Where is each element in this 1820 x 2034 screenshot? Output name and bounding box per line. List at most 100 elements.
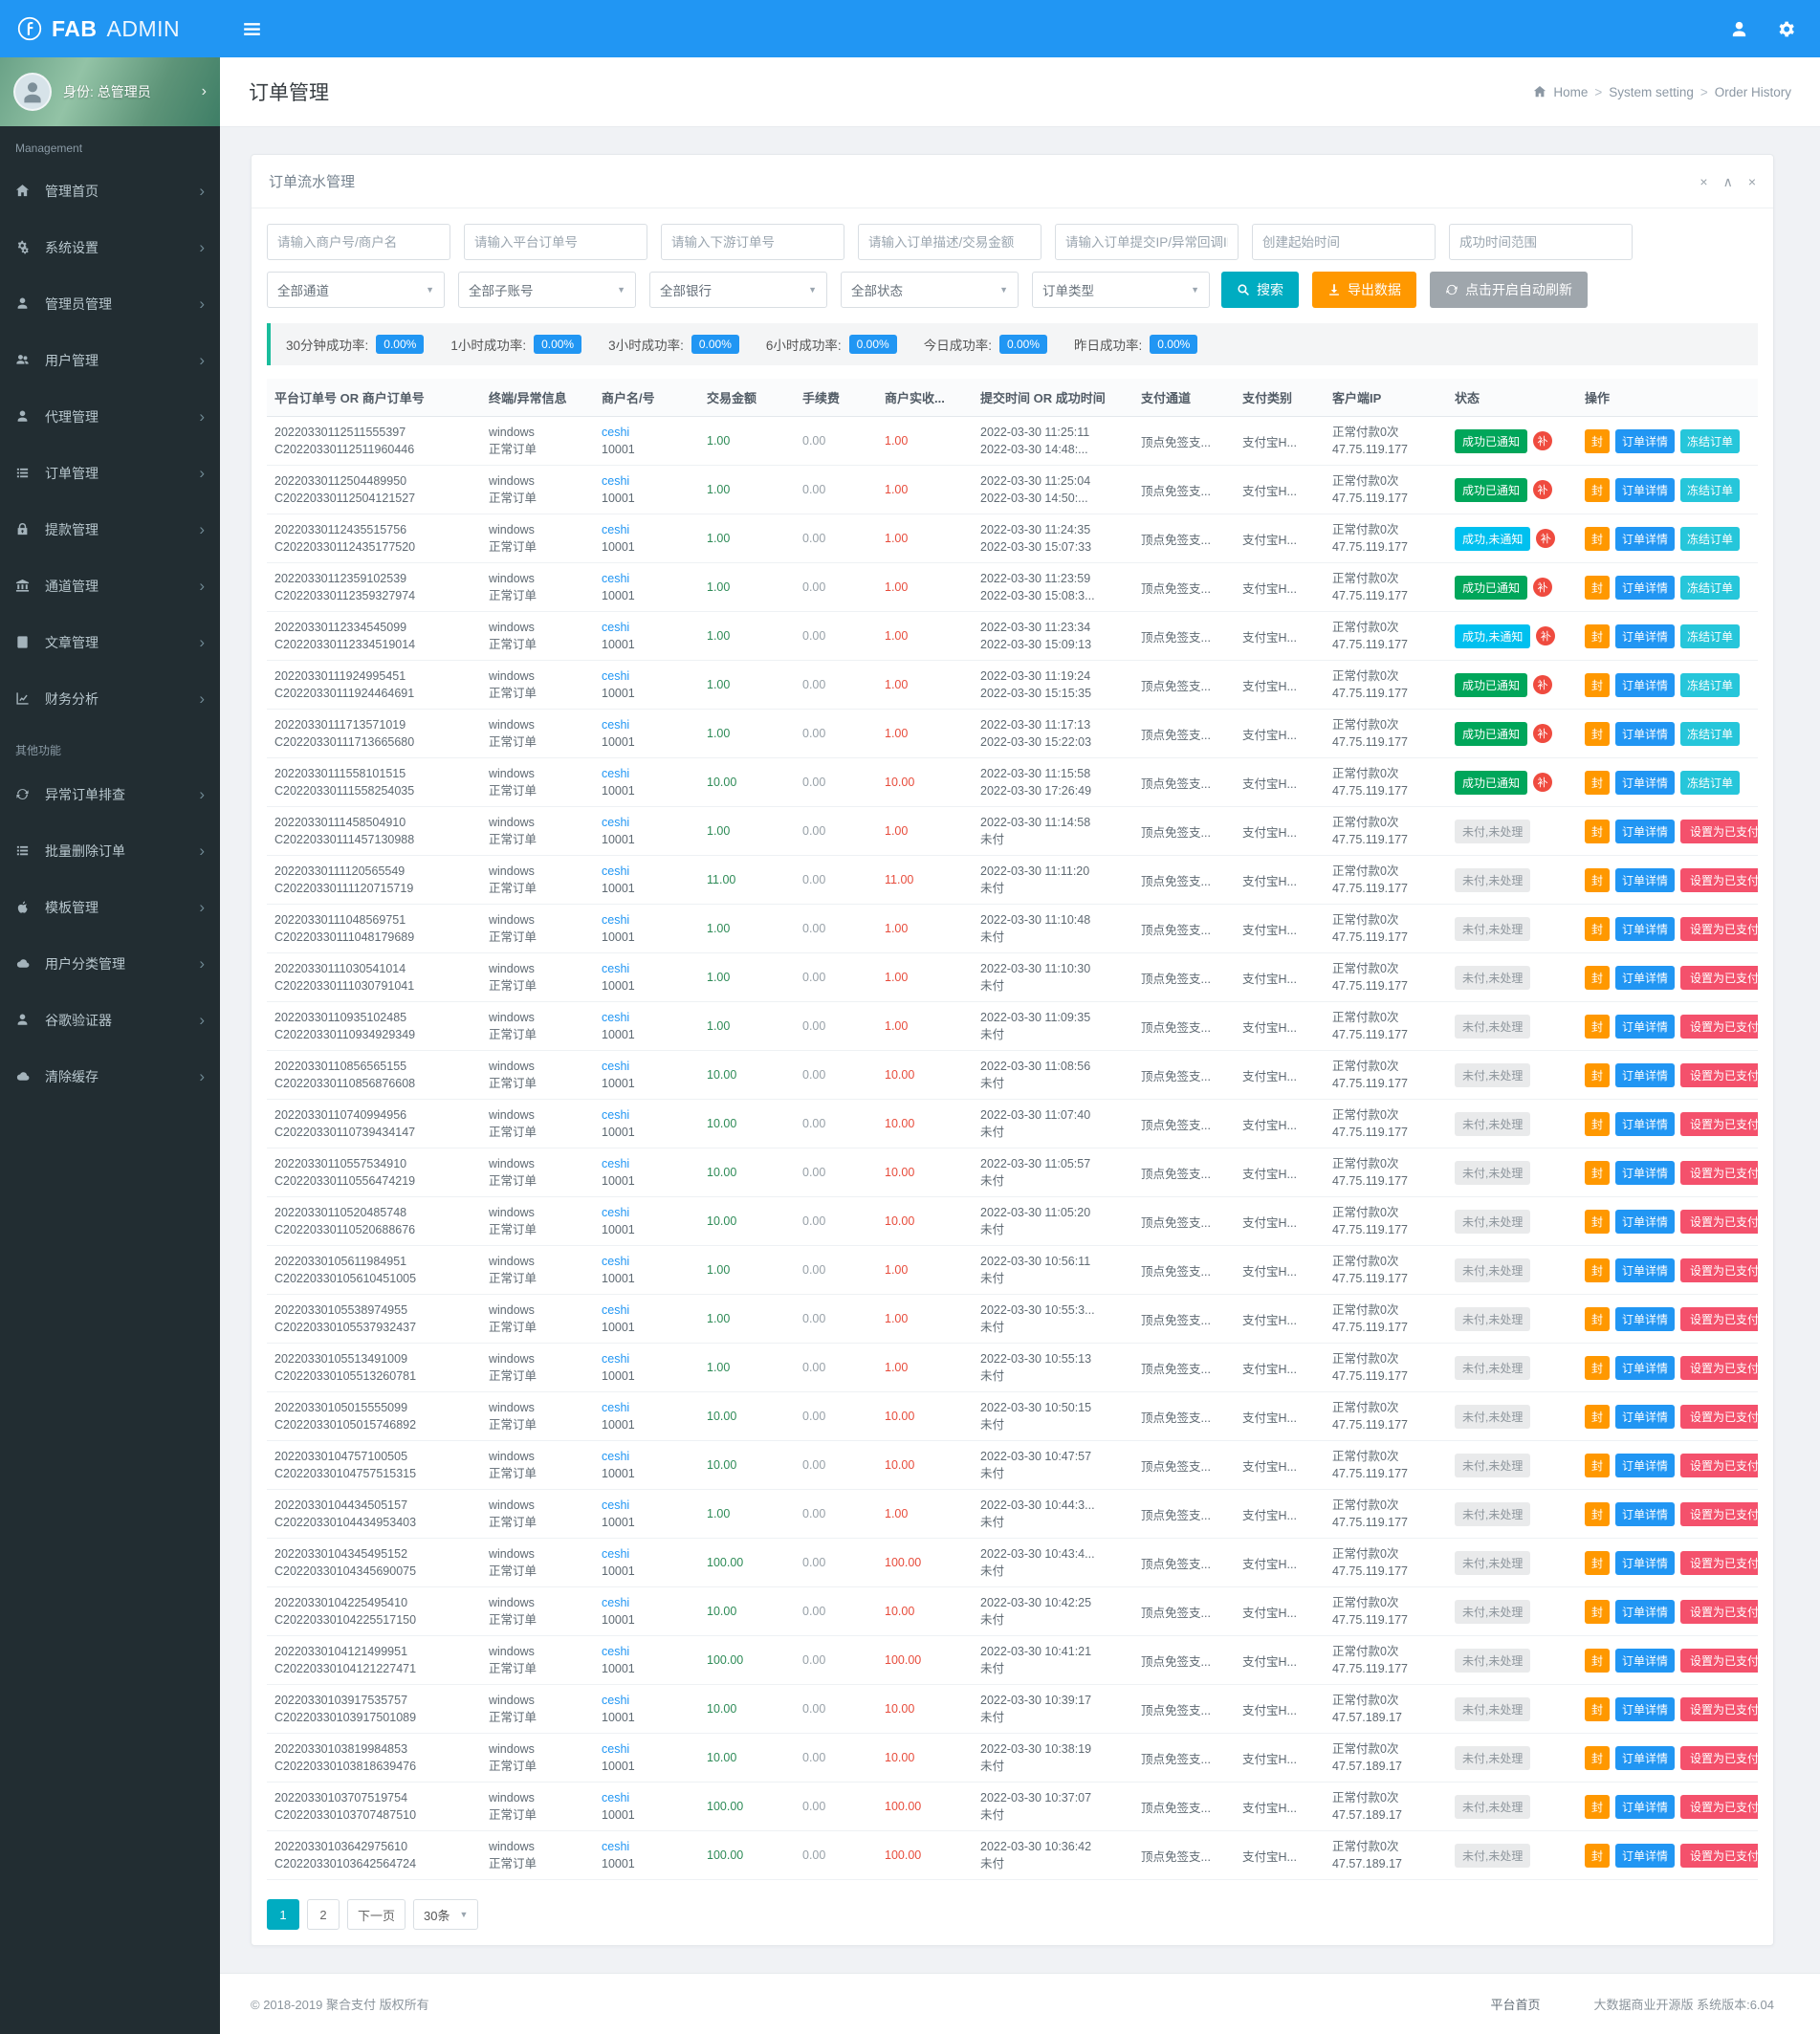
set-paid-button[interactable]: 设置为已支付 <box>1680 868 1758 892</box>
sidebar-item-article-management[interactable]: 文章管理› <box>0 614 220 670</box>
set-paid-button[interactable]: 设置为已支付 <box>1680 1112 1758 1136</box>
sidebar-item-batch-delete-order[interactable]: 批量删除订单› <box>0 822 220 879</box>
order-detail-button[interactable]: 订单详情 <box>1615 1454 1675 1477</box>
order-detail-button[interactable]: 订单详情 <box>1615 1015 1675 1039</box>
platform-home-link[interactable]: 平台首页 <box>1490 1995 1540 2013</box>
order-detail-button[interactable]: 订单详情 <box>1615 478 1675 502</box>
order-detail-button[interactable]: 订单详情 <box>1615 429 1675 453</box>
seal-button[interactable]: 封 <box>1585 1844 1610 1868</box>
order-detail-button[interactable]: 订单详情 <box>1615 1405 1675 1429</box>
merchant-name-link[interactable]: ceshi <box>602 1694 629 1707</box>
order-detail-button[interactable]: 订单详情 <box>1615 1112 1675 1136</box>
order-detail-button[interactable]: 订单详情 <box>1615 1844 1675 1868</box>
card-tool-icon[interactable]: × <box>1699 175 1707 188</box>
order-detail-button[interactable]: 订单详情 <box>1615 1210 1675 1234</box>
order-detail-button[interactable]: 订单详情 <box>1615 722 1675 746</box>
merchant-name-link[interactable]: ceshi <box>602 1255 629 1268</box>
order-detail-button[interactable]: 订单详情 <box>1615 673 1675 697</box>
set-paid-button[interactable]: 设置为已支付 <box>1680 1307 1758 1331</box>
seal-button[interactable]: 封 <box>1585 576 1610 600</box>
sidebar-item-abnormal-order-check[interactable]: 异常订单排查› <box>0 766 220 822</box>
merchant-name-link[interactable]: ceshi <box>602 1742 629 1756</box>
sidebar-item-dashboard[interactable]: 管理首页› <box>0 163 220 219</box>
seal-button[interactable]: 封 <box>1585 722 1610 746</box>
set-paid-button[interactable]: 设置为已支付 <box>1680 1551 1758 1575</box>
seal-button[interactable]: 封 <box>1585 868 1610 892</box>
identity-banner[interactable]: 身份: 总管理员 › <box>0 57 220 126</box>
seal-button[interactable]: 封 <box>1585 1551 1610 1575</box>
next-page-button[interactable]: 下一页 <box>347 1899 406 1930</box>
merchant-name-link[interactable]: ceshi <box>602 864 629 878</box>
set-paid-button[interactable]: 设置为已支付 <box>1680 1795 1758 1819</box>
seal-button[interactable]: 封 <box>1585 429 1610 453</box>
submit-ip-input[interactable] <box>1055 224 1239 260</box>
sidebar-item-clear-cache[interactable]: 清除缓存› <box>0 1048 220 1104</box>
breadcrumb-item[interactable]: Home <box>1553 85 1588 99</box>
merchant-name-link[interactable]: ceshi <box>602 1352 629 1366</box>
create-start-time-input[interactable] <box>1252 224 1436 260</box>
set-paid-button[interactable]: 设置为已支付 <box>1680 1063 1758 1087</box>
repair-notify-button[interactable]: 补 <box>1533 431 1552 450</box>
order-detail-button[interactable]: 订单详情 <box>1615 820 1675 843</box>
set-paid-button[interactable]: 设置为已支付 <box>1680 1600 1758 1624</box>
merchant-name-link[interactable]: ceshi <box>602 1596 629 1609</box>
set-paid-button[interactable]: 设置为已支付 <box>1680 1258 1758 1282</box>
set-paid-button[interactable]: 设置为已支付 <box>1680 1161 1758 1185</box>
card-close-icon[interactable]: × <box>1748 175 1756 188</box>
seal-button[interactable]: 封 <box>1585 1600 1610 1624</box>
repair-notify-button[interactable]: 补 <box>1533 724 1552 743</box>
merchant-name-link[interactable]: ceshi <box>602 962 629 975</box>
order-type-select[interactable]: 订单类型▼ <box>1032 272 1210 308</box>
set-paid-button[interactable]: 设置为已支付 <box>1680 1844 1758 1868</box>
order-detail-button[interactable]: 订单详情 <box>1615 624 1675 648</box>
freeze-order-button[interactable]: 冻结订单 <box>1680 673 1740 697</box>
seal-button[interactable]: 封 <box>1585 1063 1610 1087</box>
set-paid-button[interactable]: 设置为已支付 <box>1680 966 1758 990</box>
seal-button[interactable]: 封 <box>1585 1210 1610 1234</box>
order-detail-button[interactable]: 订单详情 <box>1615 1307 1675 1331</box>
merchant-name-link[interactable]: ceshi <box>602 1206 629 1219</box>
merchant-name-link[interactable]: ceshi <box>602 426 629 439</box>
sidebar-item-channel-management[interactable]: 通道管理› <box>0 558 220 614</box>
order-detail-button[interactable]: 订单详情 <box>1615 1063 1675 1087</box>
seal-button[interactable]: 封 <box>1585 1746 1610 1770</box>
freeze-order-button[interactable]: 冻结订单 <box>1680 478 1740 502</box>
sidebar-item-agent-management[interactable]: 代理管理› <box>0 388 220 445</box>
merchant-name-link[interactable]: ceshi <box>602 474 629 488</box>
merchant-name-link[interactable]: ceshi <box>602 1645 629 1658</box>
merchant-name-link[interactable]: ceshi <box>602 1547 629 1561</box>
merchant-name-link[interactable]: ceshi <box>602 1450 629 1463</box>
sidebar-item-google-authenticator[interactable]: 谷歌验证器› <box>0 992 220 1048</box>
downstream-order-input[interactable] <box>661 224 844 260</box>
bank-select[interactable]: 全部银行▼ <box>649 272 827 308</box>
card-collapse-icon[interactable]: ∧ <box>1723 175 1733 188</box>
seal-button[interactable]: 封 <box>1585 1649 1610 1673</box>
order-detail-button[interactable]: 订单详情 <box>1615 1600 1675 1624</box>
order-detail-button[interactable]: 订单详情 <box>1615 527 1675 551</box>
seal-button[interactable]: 封 <box>1585 624 1610 648</box>
merchant-name-link[interactable]: ceshi <box>602 1840 629 1853</box>
auto-refresh-button[interactable]: 点击开启自动刷新 <box>1430 272 1588 308</box>
success-time-range-input[interactable] <box>1449 224 1633 260</box>
order-detail-button[interactable]: 订单详情 <box>1615 1649 1675 1673</box>
set-paid-button[interactable]: 设置为已支付 <box>1680 1502 1758 1526</box>
sidebar-item-order-management[interactable]: 订单管理› <box>0 445 220 501</box>
sidebar-item-user-management[interactable]: 用户管理› <box>0 332 220 388</box>
set-paid-button[interactable]: 设置为已支付 <box>1680 1697 1758 1721</box>
sidebar-item-template-management[interactable]: 模板管理› <box>0 879 220 935</box>
set-paid-button[interactable]: 设置为已支付 <box>1680 1210 1758 1234</box>
seal-button[interactable]: 封 <box>1585 820 1610 843</box>
merchant-name-link[interactable]: ceshi <box>602 913 629 927</box>
channel-select[interactable]: 全部通道▼ <box>267 272 445 308</box>
seal-button[interactable]: 封 <box>1585 966 1610 990</box>
freeze-order-button[interactable]: 冻结订单 <box>1680 576 1740 600</box>
seal-button[interactable]: 封 <box>1585 1697 1610 1721</box>
repair-notify-button[interactable]: 补 <box>1536 529 1555 548</box>
breadcrumb-item[interactable]: System setting <box>1609 85 1694 99</box>
breadcrumb-item[interactable]: Order History <box>1715 85 1791 99</box>
set-paid-button[interactable]: 设置为已支付 <box>1680 1746 1758 1770</box>
sidebar-item-admin-management[interactable]: 管理员管理› <box>0 275 220 332</box>
seal-button[interactable]: 封 <box>1585 917 1610 941</box>
order-detail-button[interactable]: 订单详情 <box>1615 1746 1675 1770</box>
seal-button[interactable]: 封 <box>1585 1307 1610 1331</box>
